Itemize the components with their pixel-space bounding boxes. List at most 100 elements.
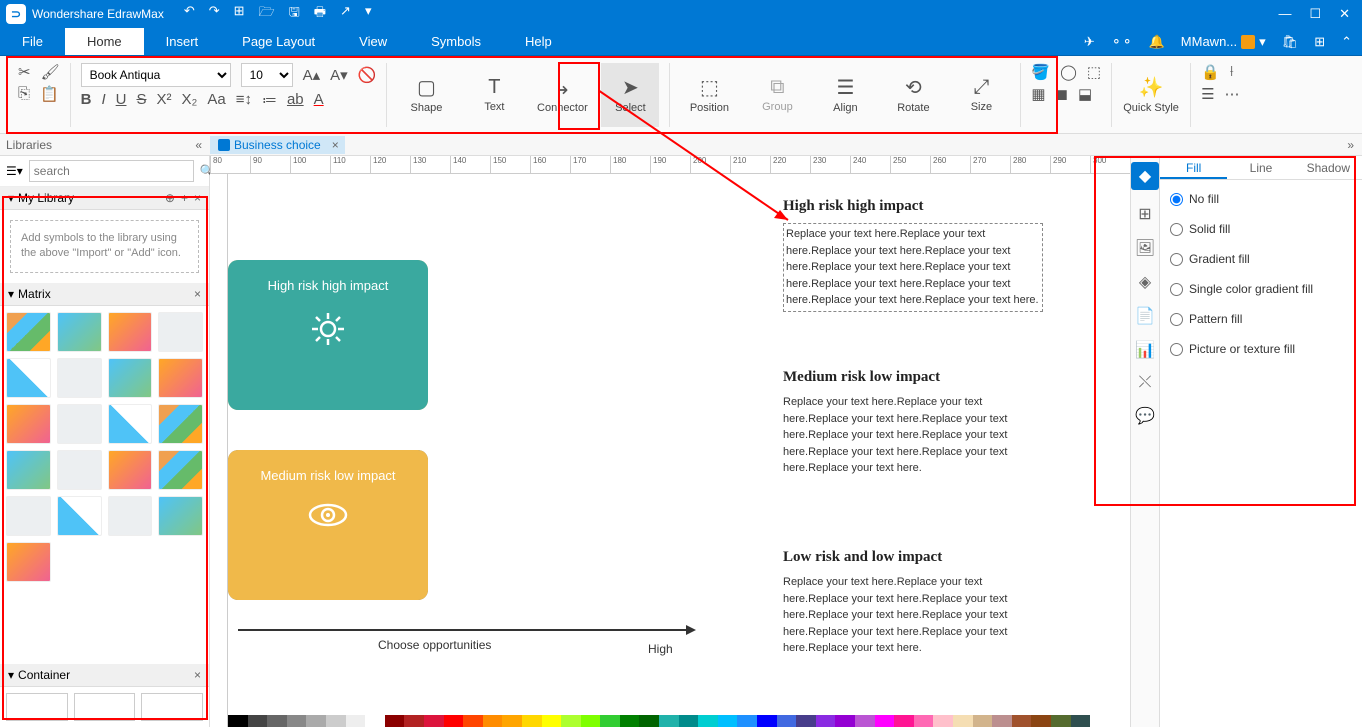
shape-thumb[interactable] <box>158 404 203 444</box>
layer-icon[interactable]: ☰ <box>1201 85 1214 103</box>
close-section-icon[interactable]: × <box>194 668 201 682</box>
lock-icon[interactable]: 🔒 <box>1201 63 1220 81</box>
card-high-risk-high-impact[interactable]: High risk high impact <box>228 260 428 410</box>
fill-option-picture[interactable]: Picture or texture fill <box>1170 342 1352 356</box>
align-button[interactable]: ☰Align <box>816 63 874 127</box>
container-thumb[interactable] <box>6 693 68 721</box>
comment-panel-icon[interactable]: 💬 <box>1135 406 1155 426</box>
chart-panel-icon[interactable]: 📊 <box>1135 340 1155 360</box>
position-button[interactable]: ⬚Position <box>680 63 738 127</box>
more-icon[interactable]: ⋯ <box>1225 85 1240 103</box>
bullets-icon[interactable]: ≔ <box>262 91 277 109</box>
shape-thumb[interactable] <box>108 450 153 490</box>
paste-icon[interactable]: 📋 <box>40 85 59 103</box>
canvas[interactable]: Medium risk low impact High risk high im… <box>228 174 1130 727</box>
increase-font-icon[interactable]: A▴ <box>303 66 321 84</box>
close-section-icon[interactable]: × <box>194 287 201 301</box>
matrix-header[interactable]: ▾ Matrix × <box>0 283 209 306</box>
font-size-select[interactable]: 10 <box>241 63 293 87</box>
bold-icon[interactable]: B <box>81 91 92 108</box>
cut-icon[interactable]: ✂ <box>18 63 31 81</box>
my-library-header[interactable]: ▾ My Library ⊕+× <box>0 187 209 210</box>
open-icon[interactable]: 🗁 <box>259 3 275 25</box>
theme-icon[interactable]: ▦ <box>1031 85 1045 103</box>
container-header[interactable]: ▾ Container × <box>0 664 209 687</box>
shape-thumb[interactable] <box>6 358 51 398</box>
close-section-icon[interactable]: × <box>194 191 201 205</box>
shape-thumb[interactable] <box>6 496 51 536</box>
shape-thumb[interactable] <box>158 358 203 398</box>
page-panel-icon[interactable]: 📄 <box>1135 306 1155 326</box>
underline-icon[interactable]: U <box>116 91 127 108</box>
document-tab[interactable]: Business choice × <box>210 136 345 154</box>
collapse-libraries-icon[interactable]: « <box>195 138 202 152</box>
card-medium-risk-low-impact-2[interactable]: Medium risk low impact <box>228 450 428 600</box>
fill-option-no-fill[interactable]: No fill <box>1170 192 1352 206</box>
section-high-risk[interactable]: High risk high impact Replace your text … <box>783 198 1043 312</box>
panel-tab-fill[interactable]: Fill <box>1160 156 1227 179</box>
shape-thumb[interactable] <box>57 404 102 444</box>
fill-option-solid[interactable]: Solid fill <box>1170 222 1352 236</box>
format-painter-icon[interactable]: 🖌 <box>41 63 60 81</box>
quick-style-button[interactable]: ✨Quick Style <box>1122 63 1180 127</box>
shape-thumb[interactable] <box>57 496 102 536</box>
subscript-icon[interactable]: X₂ <box>182 91 198 108</box>
layout-panel-icon[interactable]: ⊞ <box>1138 204 1151 224</box>
close-tab-icon[interactable]: × <box>332 138 339 152</box>
panel-tab-line[interactable]: Line <box>1227 156 1294 179</box>
cart-icon[interactable]: 🛍 <box>1282 34 1299 50</box>
bell-icon[interactable]: 🔔 <box>1149 34 1165 50</box>
save-icon[interactable]: 🖫 <box>289 3 300 25</box>
export-icon[interactable]: ↗ <box>340 3 351 25</box>
select-tool[interactable]: ➤Select <box>601 63 659 127</box>
share-icon[interactable]: ⚬⚬ <box>1111 34 1133 50</box>
clear-format-icon[interactable]: 🚫 <box>358 66 377 84</box>
user-menu[interactable]: MMawn... ▾ <box>1181 34 1266 50</box>
decrease-font-icon[interactable]: A▾ <box>330 66 348 84</box>
rotate-button[interactable]: ⟲Rotate <box>884 63 942 127</box>
shape-thumb[interactable] <box>6 450 51 490</box>
shape-thumb[interactable] <box>57 450 102 490</box>
section-medium-risk[interactable]: Medium risk low impact Replace your text… <box>783 369 1043 477</box>
shadow-icon[interactable]: ◼ <box>1056 85 1068 103</box>
shape-thumb[interactable] <box>108 312 153 352</box>
font-family-select[interactable]: Book Antiqua <box>81 63 231 87</box>
print-icon[interactable]: 🖶 <box>314 3 326 25</box>
shape-thumb[interactable] <box>6 312 51 352</box>
new-icon[interactable]: ⊞ <box>234 3 245 25</box>
text-tool[interactable]: TText <box>465 63 523 127</box>
line-spacing-icon[interactable]: ≡↕ <box>236 91 252 108</box>
fill-option-single-gradient[interactable]: Single color gradient fill <box>1170 282 1352 296</box>
shape-thumb[interactable] <box>57 312 102 352</box>
tab-insert[interactable]: Insert <box>144 28 221 55</box>
outline-icon[interactable]: ◯ <box>1060 63 1077 81</box>
minimize-icon[interactable]: — <box>1278 6 1291 22</box>
shape-thumb[interactable] <box>108 358 153 398</box>
qat-dropdown-icon[interactable]: ▾ <box>365 3 372 25</box>
panel-tab-shadow[interactable]: Shadow <box>1295 156 1362 179</box>
container-thumb[interactable] <box>141 693 203 721</box>
tab-home[interactable]: Home <box>65 28 144 55</box>
font-color-icon[interactable]: A <box>314 91 324 108</box>
image-panel-icon[interactable]: 🖼 <box>1135 238 1155 258</box>
fill-option-pattern[interactable]: Pattern fill <box>1170 312 1352 326</box>
random-panel-icon[interactable]: ⤬ <box>1139 374 1152 392</box>
send-icon[interactable]: ✈ <box>1084 34 1095 50</box>
copy-icon[interactable]: ⎘ <box>18 85 30 102</box>
maximize-icon[interactable]: ☐ <box>1309 6 1321 22</box>
tab-file[interactable]: File <box>0 28 65 55</box>
highlight-icon[interactable]: ab <box>287 91 304 108</box>
crop-icon[interactable]: ⟊ <box>1230 63 1234 80</box>
shape-thumb[interactable] <box>57 358 102 398</box>
expand-panel-icon[interactable]: » <box>1347 138 1362 152</box>
collapse-ribbon-icon[interactable]: ⌃ <box>1341 34 1352 50</box>
superscript-icon[interactable]: X² <box>157 91 172 108</box>
shape-thumb[interactable] <box>6 542 51 582</box>
size-button[interactable]: ⤢Size <box>952 63 1010 127</box>
library-menu-icon[interactable]: ☰▾ <box>6 164 23 178</box>
shape-thumb[interactable] <box>158 496 203 536</box>
shape-thumb[interactable] <box>108 496 153 536</box>
undo-icon[interactable]: ↶ <box>184 3 195 25</box>
section-low-risk[interactable]: Low risk and low impact Replace your tex… <box>783 549 1043 657</box>
text-case-icon[interactable]: Aa <box>207 91 225 108</box>
